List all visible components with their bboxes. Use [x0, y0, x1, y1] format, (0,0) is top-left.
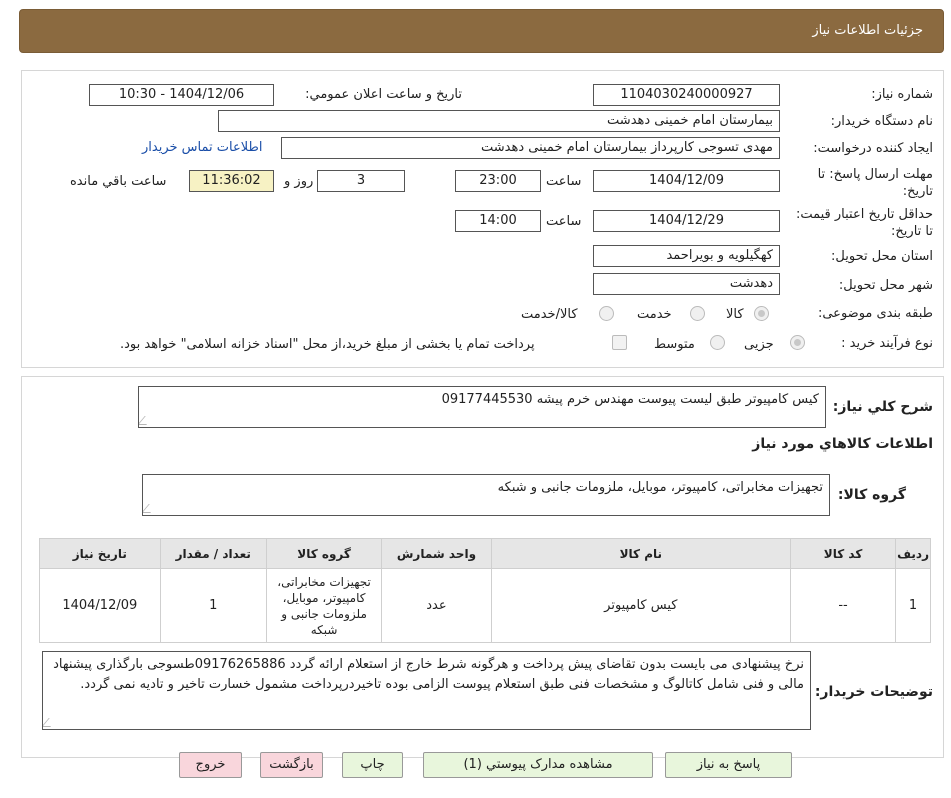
category-goods-radio[interactable] — [754, 306, 769, 321]
process-minor-label: جزیی — [744, 337, 774, 352]
province-label: استان محل تحويل: — [831, 249, 933, 264]
deadline-time-field: 23:00 — [455, 170, 541, 192]
buyer-notes-field: نرخ پیشنهادی می بایست بدون تقاضای پیش پر… — [42, 651, 811, 730]
exit-button[interactable]: خروج — [179, 752, 242, 778]
reply-button[interactable]: پاسخ به نياز — [665, 752, 792, 778]
table-header-row: رديف كد كالا نام كالا واحد شمارش گروه كا… — [39, 538, 931, 569]
treasury-note: پرداخت تمام يا بخشی از مبلغ خريد،از محل … — [120, 337, 535, 352]
need-description-label: شرح كلي نياز: — [832, 399, 933, 415]
province-field: کهگیلویه و بویراحمد — [593, 245, 780, 267]
city-field: دهدشت — [593, 273, 780, 295]
price-valid-date-field: 1404/12/29 — [593, 210, 780, 232]
page-header: جزئيات اطلاعات نياز — [19, 9, 944, 53]
deadline-hour-label: ساعت — [546, 174, 582, 189]
page-title: جزئيات اطلاعات نياز — [812, 23, 923, 38]
col-unit-header: واحد شمارش — [381, 538, 492, 569]
cell-unit: عدد — [381, 568, 492, 643]
need-description-field: کیس کامپیوتر طبق لیست پیوست مهندس خرم پی… — [138, 386, 826, 428]
cell-qty: 1 — [159, 568, 267, 643]
price-valid-hour-label: ساعت — [546, 214, 582, 229]
treasury-checkbox[interactable] — [612, 335, 627, 350]
days-label: روز و — [284, 174, 314, 189]
announce-label: تاريخ و ساعت اعلان عمومي: — [305, 87, 462, 102]
resize-grip-icon — [139, 416, 154, 425]
price-valid-label: حداقل تاريخ اعتبار قيمت: تا تاريخ: — [795, 207, 933, 239]
requester-label: ايجاد كننده درخواست: — [813, 141, 933, 156]
col-date-header: تاريخ نياز — [39, 538, 161, 569]
need-description-text: کیس کامپیوتر طبق لیست پیوست مهندس خرم پی… — [441, 392, 819, 407]
category-goods-service-radio[interactable] — [599, 306, 614, 321]
goods-group-field: تجهيزات مخابراتی، کامپيوتر، موبايل، ملزو… — [142, 474, 830, 516]
view-attachments-button[interactable]: مشاهده مدارک پيوستي (1) — [423, 752, 653, 778]
process-medium-label: متوسط — [654, 337, 695, 352]
requester-field: مهدی تسوجی کارپرداز بيمارستان امام خمینی… — [281, 137, 780, 159]
category-goods-label: کالا — [726, 307, 744, 322]
buyer-notes-label: توضيحات خريدار: — [814, 684, 933, 700]
col-group-header: گروه كالا — [265, 538, 383, 569]
goods-group-label: گروه كالا: — [837, 487, 906, 503]
announce-datetime-field: 1404/12/06 - 10:30 — [89, 84, 274, 106]
goods-table: رديف كد كالا نام كالا واحد شمارش گروه كا… — [39, 538, 931, 643]
col-row-header: رديف — [895, 538, 931, 569]
col-qty-header: تعداد / مقدار — [159, 538, 267, 569]
process-label: نوع فرآيند خريد : — [841, 336, 933, 351]
buyer-org-label: نام دستگاه خريدار: — [830, 114, 933, 129]
process-minor-radio[interactable] — [790, 335, 805, 350]
resize-grip-icon — [43, 718, 58, 727]
process-medium-radio[interactable] — [710, 335, 725, 350]
category-goods-service-label: کالا/خدمت — [521, 307, 578, 322]
table-row: 1 -- کیس کامپیوتر عدد تجهيزات مخابراتی، … — [39, 568, 931, 643]
goods-info-title: اطلاعات كالاهاي مورد نياز — [752, 436, 933, 452]
cell-group: تجهيزات مخابراتی، کامپيوتر، موبايل، ملزو… — [265, 568, 383, 643]
category-service-label: خدمت — [637, 307, 672, 322]
buyer-org-field: بيمارستان امام خمینی دهدشت — [218, 110, 780, 132]
col-name-header: نام كالا — [490, 538, 791, 569]
deadline-date-field: 1404/12/09 — [593, 170, 780, 192]
days-field: 3 — [317, 170, 405, 192]
back-button[interactable]: بازگشت — [260, 752, 323, 778]
cell-date: 1404/12/09 — [39, 568, 161, 643]
remaining-label: ساعت باقي مانده — [70, 174, 167, 189]
goods-group-text: تجهيزات مخابراتی، کامپيوتر، موبايل، ملزو… — [497, 480, 823, 495]
category-label: طبقه بندی موضوعی: — [817, 306, 933, 321]
deadline-label: مهلت ارسال پاسخ: تا تاريخ: — [817, 167, 933, 199]
col-code-header: كد كالا — [789, 538, 897, 569]
print-button[interactable]: چاپ — [342, 752, 403, 778]
buyer-notes-text: نرخ پیشنهادی می بایست بدون تقاضای پیش پر… — [53, 657, 804, 692]
cell-code: -- — [789, 568, 897, 643]
resize-grip-icon — [143, 504, 158, 513]
remaining-time-field: 11:36:02 — [189, 170, 274, 192]
city-label: شهر محل تحويل: — [838, 278, 933, 293]
cell-name: کیس کامپیوتر — [490, 568, 791, 643]
need-number-label: شماره نياز: — [871, 87, 933, 102]
need-number-field: 1104030240000927 — [593, 84, 780, 106]
cell-row: 1 — [895, 568, 931, 643]
category-service-radio[interactable] — [690, 306, 705, 321]
price-valid-time-field: 14:00 — [455, 210, 541, 232]
buyer-contact-link[interactable]: اطلاعات تماس خريدار — [142, 140, 262, 155]
